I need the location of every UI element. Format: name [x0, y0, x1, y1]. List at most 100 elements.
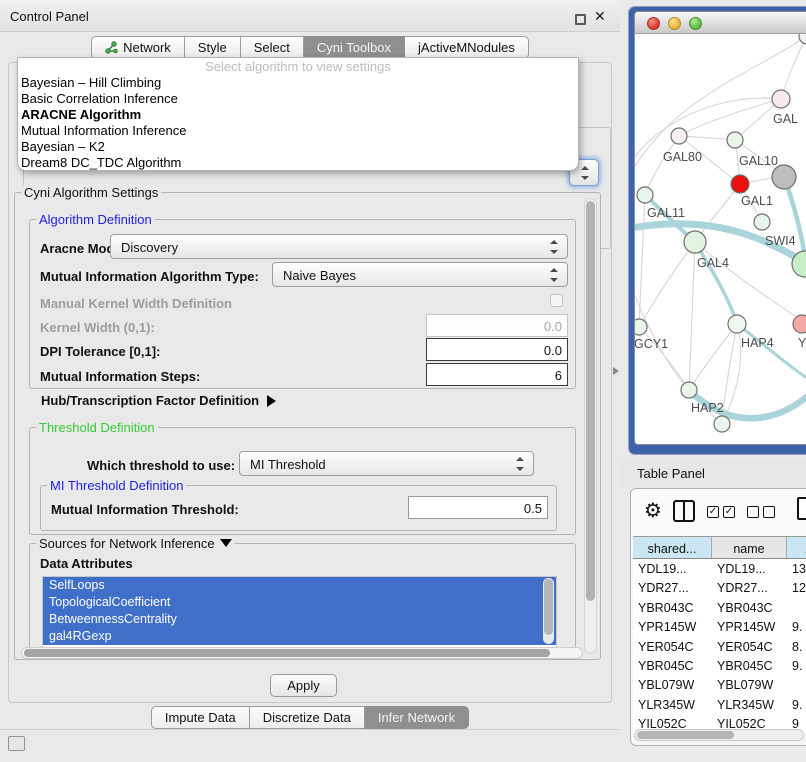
kernel-width-field[interactable]: 0.0	[426, 314, 568, 337]
aracne-mode-combo[interactable]: Discovery	[110, 234, 568, 259]
settings-horizontal-scrollbar[interactable]	[21, 647, 583, 659]
tab-cyni-toolbox[interactable]: Cyni Toolbox	[304, 36, 405, 59]
table-row[interactable]: YDR27...YDR27...12	[633, 578, 806, 597]
network-edge	[781, 36, 806, 99]
attribute-item[interactable]: TopologicalCoefficient	[43, 594, 556, 611]
network-node[interactable]	[799, 34, 806, 44]
table-toolbar: ⚙ ✓ ✓	[631, 489, 806, 535]
mi-steps-field[interactable]: 6	[426, 363, 568, 386]
network-node-hap2[interactable]	[681, 382, 697, 398]
column-header[interactable]: name	[712, 537, 787, 558]
dpi-tolerance-field[interactable]: 0.0	[426, 338, 568, 361]
mi-algorithm-type-combo[interactable]: Naive Bayes	[272, 262, 568, 287]
network-node-y[interactable]	[793, 315, 806, 333]
checked-box-icon[interactable]: ✓	[707, 506, 719, 518]
table-row[interactable]: YBR043CYBR043C	[633, 598, 806, 617]
table-cell: YBL079W	[712, 675, 787, 694]
document-icon[interactable]	[797, 497, 806, 520]
close-icon[interactable]: ✕	[594, 8, 606, 25]
column-header[interactable]: A	[787, 537, 806, 558]
table-cell: YBR043C	[633, 598, 712, 617]
network-node[interactable]	[772, 165, 796, 189]
attribute-item[interactable]: BetweennessCentrality	[43, 611, 556, 628]
tab-infer-network[interactable]: Infer Network	[365, 706, 469, 729]
algorithm-placeholder: Select algorithm to view settings	[18, 58, 578, 75]
node-label: Y	[798, 336, 806, 350]
algorithm-option[interactable]: ARACNE Algorithm	[18, 107, 578, 123]
unchecked-box-icon[interactable]	[763, 506, 775, 518]
attribute-item[interactable]: gal4RGexp	[43, 628, 556, 645]
algorithm-dropdown-popup: Select algorithm to view settings Bayesi…	[17, 57, 579, 171]
network-node-swi4[interactable]	[754, 214, 770, 230]
which-threshold-combo[interactable]: MI Threshold	[239, 451, 534, 476]
tab-discretize-data[interactable]: Discretize Data	[250, 706, 365, 729]
attributes-list-scrollbar[interactable]	[543, 578, 554, 644]
settings-scrollbar[interactable]	[584, 198, 597, 654]
network-node-gal80[interactable]	[671, 128, 687, 144]
attribute-item[interactable]: SelfLoops	[43, 577, 556, 594]
table-cell: YBR045C	[633, 656, 712, 675]
algorithm-definition-group: Algorithm Definition Aracne Mode: Discov…	[29, 219, 576, 389]
zoom-traffic-light-icon[interactable]	[689, 17, 702, 30]
network-view-window[interactable]: GALGAL80GAL10GAL1GAL11SWI4GAL4GCY1HAP4YH…	[628, 6, 806, 455]
network-node-gcy1[interactable]	[635, 319, 647, 335]
table-row[interactable]: YPR145WYPR145W9.	[633, 617, 806, 636]
algorithm-option[interactable]: Bayesian – K2	[18, 139, 578, 155]
network-node-gal[interactable]	[772, 90, 790, 108]
table-panel-title: Table Panel	[637, 466, 705, 481]
table-cell: YER054C	[633, 637, 712, 656]
tab-style[interactable]: Style	[185, 36, 241, 59]
network-node-hap4[interactable]	[728, 315, 746, 333]
column-header[interactable]: shared...	[633, 537, 712, 558]
hub-definition-expander[interactable]: Hub/Transcription Factor Definition	[41, 393, 276, 408]
network-node-gal11[interactable]	[637, 187, 653, 203]
table-cell: 8.	[787, 637, 806, 656]
tab-network[interactable]: Network	[91, 36, 185, 59]
threshold-definition-group: Threshold Definition Which threshold to …	[29, 427, 576, 535]
minimized-panel-icon[interactable]	[8, 736, 25, 751]
table-row[interactable]: YER054CYER054C8.	[633, 637, 806, 656]
network-node-gal1[interactable]	[731, 175, 749, 193]
checked-box-icon[interactable]: ✓	[723, 506, 735, 518]
table-row[interactable]: YBR045CYBR045C9.	[633, 656, 806, 675]
table-row[interactable]: YLR345WYLR345W9.	[633, 695, 806, 714]
table-cell: YDR27...	[712, 578, 787, 597]
algorithm-option[interactable]: Basic Correlation Inference	[18, 91, 578, 107]
mi-threshold-field[interactable]: 0.5	[408, 496, 548, 519]
network-edge	[639, 242, 695, 327]
table-row[interactable]: YDL19...YDL19...13	[633, 559, 806, 578]
columns-icon[interactable]	[673, 500, 695, 522]
tab-jactivemnodules[interactable]: jActiveMNodules	[405, 36, 529, 59]
table-cell: YBL079W	[633, 675, 712, 694]
gear-icon[interactable]: ⚙	[644, 498, 662, 523]
settings-group-title: Cyni Algorithm Settings	[21, 185, 161, 200]
minimize-traffic-light-icon[interactable]	[668, 17, 681, 30]
apply-button[interactable]: Apply	[270, 674, 337, 697]
network-node-gal4[interactable]	[684, 231, 706, 253]
unchecked-box-icon[interactable]	[747, 506, 759, 518]
tab-select[interactable]: Select	[241, 36, 304, 59]
table-cell: 9.	[787, 695, 806, 714]
sources-title[interactable]: Sources for Network Inference	[36, 536, 235, 551]
manual-kernel-checkbox[interactable]	[550, 294, 563, 307]
close-traffic-light-icon[interactable]	[647, 17, 660, 30]
network-edge	[722, 324, 737, 424]
algorithm-option[interactable]: Bayesian – Hill Climbing	[18, 75, 578, 91]
panel-splitter-icon[interactable]	[613, 367, 619, 375]
node-table[interactable]: shared...nameAYDL19...YDL19...13YDR27...…	[633, 536, 806, 734]
float-window-icon[interactable]	[575, 14, 586, 25]
mi-steps-label: Mutual Information Steps:	[40, 369, 200, 384]
algorithm-option[interactable]: Dream8 DC_TDC Algorithm	[18, 155, 578, 171]
network-edge	[689, 324, 737, 390]
tab-impute-data[interactable]: Impute Data	[151, 706, 250, 729]
data-attributes-list[interactable]: SelfLoopsTopologicalCoefficientBetweenne…	[42, 576, 557, 648]
algorithm-option[interactable]: Mutual Information Inference	[18, 123, 578, 139]
network-canvas[interactable]: GALGAL80GAL10GAL1GAL11SWI4GAL4GCY1HAP4YH…	[635, 34, 806, 445]
table-horizontal-scrollbar[interactable]	[634, 729, 804, 741]
network-edge	[639, 195, 645, 327]
table-row[interactable]: YBL079WYBL079W	[633, 675, 806, 694]
panel-title: Control Panel	[10, 9, 89, 24]
network-node-gal10[interactable]	[727, 132, 743, 148]
network-node[interactable]	[714, 416, 730, 432]
tab-label: Select	[254, 40, 290, 55]
